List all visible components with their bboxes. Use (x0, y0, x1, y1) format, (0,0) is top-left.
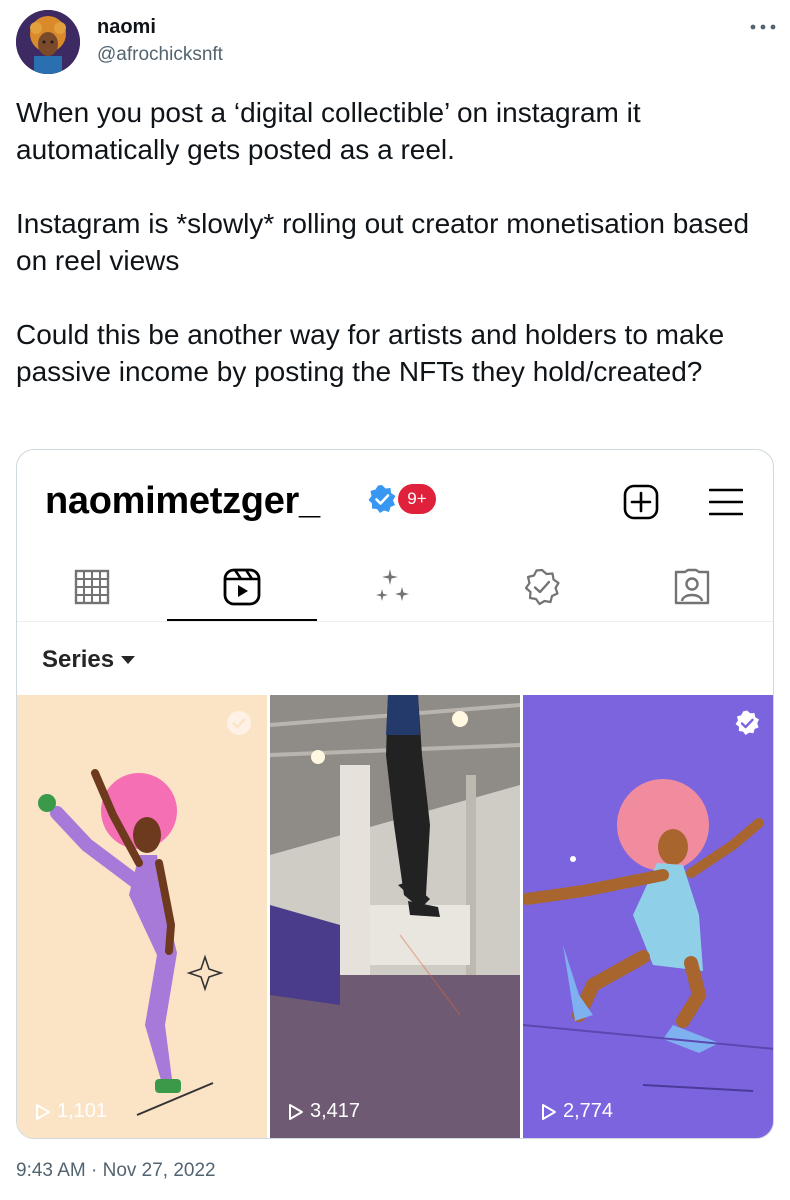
ig-username: naomimetzger_ (45, 480, 320, 522)
tab-reels[interactable] (167, 554, 317, 620)
series-dropdown[interactable]: Series (42, 646, 136, 674)
caret-down-icon (121, 656, 136, 664)
nft-artwork-dancer (17, 695, 267, 1138)
create-button[interactable] (623, 484, 659, 520)
tweet-timestamp[interactable]: 9:43 AM · Nov 27, 2022 (16, 1160, 216, 1182)
grid-icon (74, 569, 110, 605)
ellipsis-icon (750, 24, 776, 30)
notification-badge[interactable]: 9+ (398, 484, 436, 514)
nft-artwork-jumper (523, 695, 773, 1138)
reels-icon (223, 568, 261, 606)
photo-jumping-gym (270, 695, 520, 1138)
tweet-paragraph: When you post a ‘digital collectible’ on… (16, 97, 641, 165)
author-name[interactable]: naomi (97, 16, 156, 39)
reel-thumbnail[interactable]: 1,101 (17, 695, 267, 1138)
tweet: naomi @afrochicksnft When you post a ‘di… (0, 0, 790, 1200)
tab-collectibles[interactable] (467, 554, 617, 620)
tab-tagged[interactable] (617, 554, 767, 620)
tagged-person-icon (674, 568, 710, 605)
more-options-button[interactable] (746, 12, 780, 42)
play-icon (542, 1103, 556, 1120)
divider (17, 621, 773, 622)
plus-square-icon (623, 484, 659, 520)
tab-sparkles[interactable] (317, 554, 467, 620)
tweet-media-image[interactable]: naomimetzger_ 9+ Series 1,101 3,417 2,77… (16, 449, 774, 1139)
series-label: Series (42, 646, 115, 673)
menu-button[interactable] (708, 486, 744, 518)
reel-views: 1,101 (57, 1100, 108, 1122)
reel-play-count: 3,417 (288, 1100, 360, 1123)
tweet-paragraph: Could this be another way for artists an… (16, 319, 725, 387)
sparkles-icon (376, 569, 409, 601)
verified-collectible-icon (524, 568, 560, 606)
reel-views: 3,417 (310, 1100, 361, 1122)
reel-play-count: 1,101 (35, 1100, 107, 1123)
tweet-paragraph: Instagram is *slowly* rolling out creato… (16, 208, 750, 276)
tweet-text: When you post a ‘digital collectible’ on… (16, 94, 776, 390)
avatar[interactable] (16, 10, 80, 74)
collectible-check-icon (735, 710, 759, 735)
verified-icon (368, 485, 396, 513)
reel-thumbnail[interactable]: 3,417 (270, 695, 520, 1138)
hamburger-menu-icon (708, 488, 744, 516)
reel-views: 2,774 (563, 1100, 614, 1122)
reel-play-count: 2,774 (541, 1100, 613, 1123)
play-icon (36, 1103, 50, 1120)
reel-thumbnail[interactable]: 2,774 (523, 695, 773, 1138)
tab-grid[interactable] (17, 554, 167, 620)
collectible-check-icon (227, 711, 251, 735)
play-icon (289, 1103, 303, 1120)
author-handle[interactable]: @afrochicksnft (97, 44, 223, 66)
